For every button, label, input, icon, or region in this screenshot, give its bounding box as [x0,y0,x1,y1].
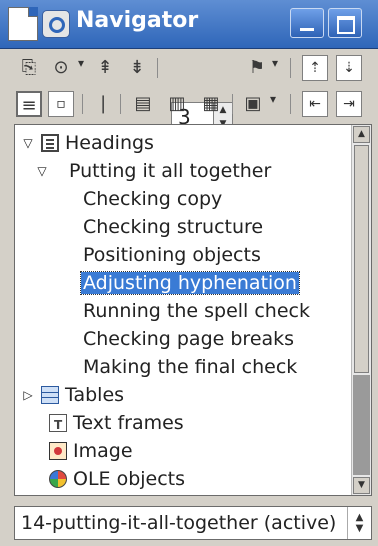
vertical-scrollbar[interactable]: ▲ ▼ [351,125,371,495]
tree-item-label: Adjusting hyphenation [80,271,300,295]
list-box-icon[interactable]: ≡ [16,91,42,117]
navigator-app-icon [42,10,70,38]
tree-item-label: Positioning objects [83,244,261,266]
toolbar-bottom: ≡ ▫ ❘ ▤ ▥ ▦ ▣ ▾ ⇤ ⇥ [0,84,378,124]
header-icon[interactable]: ▤ [130,91,156,117]
navigation-dropdown-icon[interactable]: ▾ [78,56,84,70]
document-select-value: 14-putting-it-all-together (active) [21,512,337,534]
toolbar-separator [290,94,291,114]
text-frame-icon [49,411,67,439]
anchor-icon[interactable]: ▦ [198,91,224,117]
maximize-icon [337,16,355,34]
document-select[interactable]: 14-putting-it-all-together (active) ▲ ▼ [14,506,372,540]
toolbar-separator [120,94,121,114]
tree-item-label: Image [73,440,133,462]
navigator-window: Navigator ⎘ ⊙ ▾ ⇞ ⇟ 3 ▲ ▼ ⚑ ▾ ⇡ ⇣ ≡ ▫ ❘ … [0,0,378,546]
document-icon [8,7,38,41]
navigation-icon[interactable]: ⊙ [48,55,74,81]
tree-item-heading[interactable]: Making the final check [83,353,297,381]
drag-mode-dropdown-icon[interactable]: ▾ [272,56,278,70]
scrollbar-thumb[interactable] [354,145,369,373]
promote-chapter-icon[interactable]: ⇡ [302,55,328,81]
tree-item-label: Tables [65,384,125,406]
tree-item-label: Checking page breaks [83,328,295,350]
scrollbar-track[interactable] [353,375,370,475]
maximize-button[interactable] [328,8,362,38]
toolbar-separator [290,58,291,78]
tree-item-heading[interactable]: Positioning objects [83,241,261,269]
minimize-button[interactable] [290,8,324,38]
previous-icon[interactable]: ⇞ [92,55,118,81]
tree-item-label: Text frames [73,412,184,434]
title-bar[interactable]: Navigator [0,0,378,49]
footer-icon[interactable]: ▥ [164,91,190,117]
promote-level-icon[interactable]: ⇤ [302,91,328,117]
tree-item-label: OLE objects [73,468,186,490]
tree-item-heading[interactable]: Running the spell check [83,297,310,325]
toolbar-separator [232,94,233,114]
select-arrows-icon[interactable]: ▲ ▼ [347,507,371,539]
drag-mode-icon[interactable]: ⚑ [244,55,270,81]
collapse-icon[interactable]: ▽ [35,157,49,185]
minimize-icon [300,28,314,31]
expand-icon[interactable]: ▷ [21,381,35,409]
window-title: Navigator [76,8,199,33]
tree-item-label: Checking copy [83,188,223,210]
ole-object-icon [49,470,67,488]
tree-item-heading-selected[interactable]: Adjusting hyphenation [80,269,300,297]
collapse-icon[interactable]: ▽ [21,129,35,157]
demote-level-icon[interactable]: ⇥ [336,91,362,117]
tree-item-label: Running the spell check [83,300,310,322]
table-icon [41,386,59,404]
headings-icon [41,134,59,152]
next-icon[interactable]: ⇟ [124,55,150,81]
toolbar-separator [157,58,158,78]
reminder-icon[interactable]: ❘ [90,91,116,117]
tree-item-label: Putting it all together [69,160,272,182]
scroll-down-icon[interactable]: ▼ [353,477,370,494]
scroll-up-icon[interactable]: ▲ [353,126,370,143]
tree-item-heading[interactable]: Checking copy [83,185,222,213]
toggle-icon[interactable]: ⎘ [16,55,42,81]
tree-item-heading[interactable]: Checking structure [83,213,263,241]
content-view-icon[interactable]: ▫ [48,91,74,117]
tree-item-label: Headings [65,132,154,154]
image-icon [49,442,67,460]
navigator-tree[interactable]: ▽ Headings ▽ Putting it all together Che… [14,124,372,496]
toolbar-separator [82,94,83,114]
tree-item-heading[interactable]: Checking page breaks [83,325,294,353]
tree-item-label: Checking structure [83,216,264,238]
demote-chapter-icon[interactable]: ⇣ [336,55,362,81]
insert-dropdown-icon[interactable]: ▾ [270,92,276,106]
insert-icon[interactable]: ▣ [240,91,266,117]
tree-item-label: Making the final check [83,356,298,378]
